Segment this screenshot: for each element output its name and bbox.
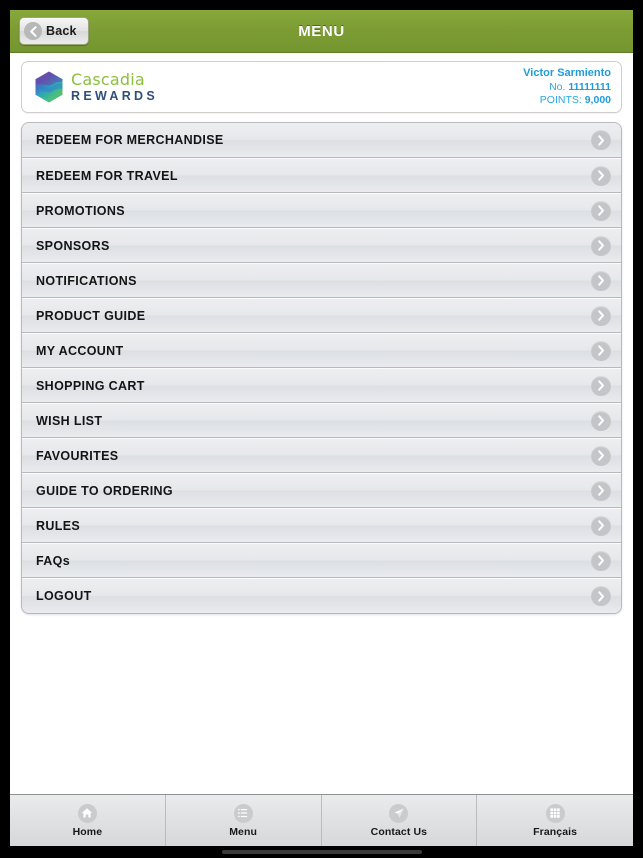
chevron-right-icon[interactable] (591, 200, 611, 221)
bottom-tab-bar: Home Menu Contact Us Français (10, 794, 633, 846)
menu-row[interactable]: PROMOTIONS (22, 193, 621, 228)
back-button-label: Back (46, 24, 77, 38)
menu-row[interactable]: REDEEM FOR MERCHANDISE (22, 123, 621, 158)
tab-français[interactable]: Français (477, 795, 633, 846)
chevron-right-icon[interactable] (591, 586, 611, 606)
brand-name-primary: Cascadia (71, 69, 145, 89)
account-summary-card: Cascadia REWARDS Victor Sarmiento No. 11… (21, 61, 622, 113)
chevron-right-icon[interactable] (591, 130, 611, 150)
cascadia-hexagon-logo-icon (34, 71, 64, 103)
menu-row-label: LOGOUT (36, 589, 92, 603)
chevron-right-icon[interactable] (591, 165, 611, 186)
menu-row[interactable]: FAVOURITES (22, 438, 621, 473)
tab-home[interactable]: Home (10, 795, 166, 846)
chevron-right-icon[interactable] (591, 270, 611, 291)
menu-row-label: FAQs (36, 553, 71, 568)
main-content: Cascadia REWARDS Victor Sarmiento No. 11… (10, 53, 633, 794)
points-label: POINTS: (539, 93, 582, 106)
menu-row[interactable]: PRODUCT GUIDE (22, 298, 621, 333)
menu-row[interactable]: WISH LIST (22, 403, 621, 438)
tab-label: Contact Us (370, 825, 428, 838)
menu-row-label: PRODUCT GUIDE (36, 308, 146, 323)
menu-row-label: FAVOURITES (36, 448, 119, 463)
home-icon (77, 803, 97, 823)
home-indicator (221, 850, 422, 854)
user-name: Victor Sarmiento (523, 67, 611, 79)
chevron-right-icon[interactable] (591, 305, 611, 326)
back-button[interactable]: Back (19, 17, 89, 45)
menu-row[interactable]: LOGOUT (22, 578, 621, 613)
points-value: 9,000 (584, 93, 611, 106)
menu-row[interactable]: REDEEM FOR TRAVEL (22, 158, 621, 193)
menu-row-label: REDEEM FOR MERCHANDISE (36, 133, 224, 147)
grid-icon (545, 803, 565, 823)
tab-label: Français (533, 825, 578, 838)
menu-row[interactable]: FAQs (22, 543, 621, 578)
menu-row-label: WISH LIST (36, 413, 103, 428)
app-screen: Back MENU Cascadia REWARDS Victor Sarmie… (10, 10, 633, 846)
page-title: MENU (298, 22, 345, 40)
menu-row[interactable]: NOTIFICATIONS (22, 263, 621, 298)
menu-row[interactable]: SPONSORS (22, 228, 621, 263)
chevron-right-icon[interactable] (591, 340, 611, 361)
chevron-left-icon (24, 22, 42, 40)
menu-row[interactable]: RULES (22, 508, 621, 543)
menu-row[interactable]: GUIDE TO ORDERING (22, 473, 621, 508)
account-number-value: 11111111 (568, 80, 611, 93)
top-navigation-bar: Back MENU (10, 10, 633, 53)
menu-row-label: MY ACCOUNT (36, 343, 124, 358)
tab-contact-us[interactable]: Contact Us (322, 795, 478, 846)
menu-row[interactable]: MY ACCOUNT (22, 333, 621, 368)
chevron-right-icon[interactable] (591, 410, 611, 431)
tab-label: Home (72, 825, 103, 838)
device-frame: Back MENU Cascadia REWARDS Victor Sarmie… (0, 0, 643, 858)
paper-plane-icon (389, 803, 409, 823)
menu-row[interactable]: SHOPPING CART (22, 368, 621, 403)
menu-row-label: SHOPPING CART (36, 378, 145, 393)
brand-lockup: Cascadia REWARDS (34, 71, 158, 103)
menu-list: REDEEM FOR MERCHANDISE REDEEM FOR TRAVEL P… (21, 122, 622, 614)
list-icon (233, 803, 253, 823)
chevron-right-icon[interactable] (591, 445, 611, 466)
chevron-right-icon[interactable] (591, 480, 611, 501)
account-number-row: No. 11111111 (523, 81, 611, 94)
menu-row-label: PROMOTIONS (36, 203, 125, 218)
menu-row-label: REDEEM FOR TRAVEL (36, 168, 178, 183)
menu-row-label: SPONSORS (36, 238, 110, 253)
menu-row-label: NOTIFICATIONS (36, 273, 137, 288)
chevron-right-icon[interactable] (591, 235, 611, 256)
brand-wordmark: Cascadia REWARDS (71, 69, 158, 103)
account-number-label: No. (549, 80, 566, 93)
menu-row-label: GUIDE TO ORDERING (36, 483, 173, 498)
chevron-right-icon[interactable] (591, 375, 611, 396)
chevron-right-icon[interactable] (591, 515, 611, 536)
chevron-right-icon[interactable] (591, 550, 611, 571)
account-details: Victor Sarmiento No. 11111111 POINTS: 9,… (523, 67, 611, 107)
points-row: POINTS: 9,000 (523, 94, 611, 107)
tab-label: Menu (229, 825, 258, 838)
tab-menu[interactable]: Menu (166, 795, 322, 846)
menu-row-label: RULES (36, 518, 81, 533)
brand-name-secondary: REWARDS (71, 88, 158, 103)
